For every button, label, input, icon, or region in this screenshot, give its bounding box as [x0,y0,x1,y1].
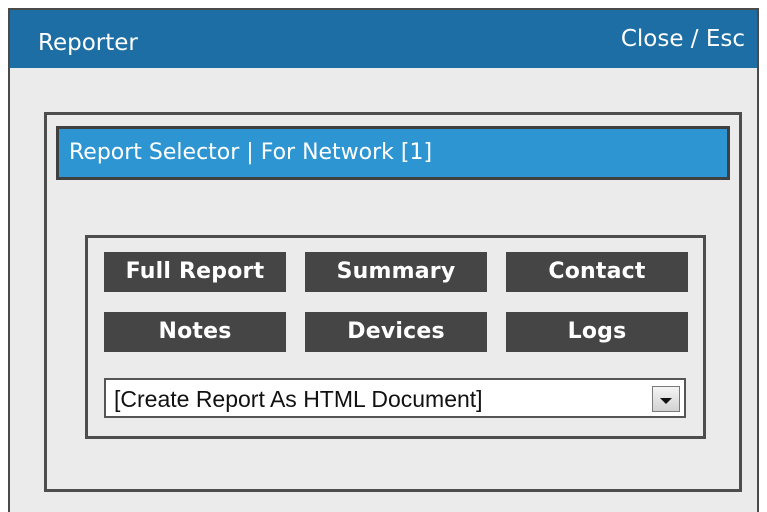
devices-button[interactable]: Devices [305,312,487,352]
dropdown-button[interactable] [652,386,680,412]
report-format-select[interactable]: [Create Report As HTML Document] [104,378,686,418]
report-selector-title: Report Selector | For Network [1] [69,140,433,165]
report-selector-panel: Report Selector | For Network [1] Full R… [44,112,742,492]
report-options-panel: Full Report Summary Contact Notes Device… [85,235,706,439]
contact-button[interactable]: Contact [506,252,688,292]
title-bar: Reporter Close / Esc [10,10,757,68]
notes-button[interactable]: Notes [104,312,286,352]
chevron-down-icon [660,398,672,404]
logs-button[interactable]: Logs [506,312,688,352]
report-format-value: [Create Report As HTML Document] [114,386,483,412]
close-button[interactable]: Close / Esc [621,26,745,52]
summary-button[interactable]: Summary [305,252,487,292]
report-selector-header: Report Selector | For Network [1] [56,126,730,180]
full-report-button[interactable]: Full Report [104,252,286,292]
window-title: Reporter [38,30,138,56]
reporter-window: Reporter Close / Esc Report Selector | F… [8,8,759,512]
